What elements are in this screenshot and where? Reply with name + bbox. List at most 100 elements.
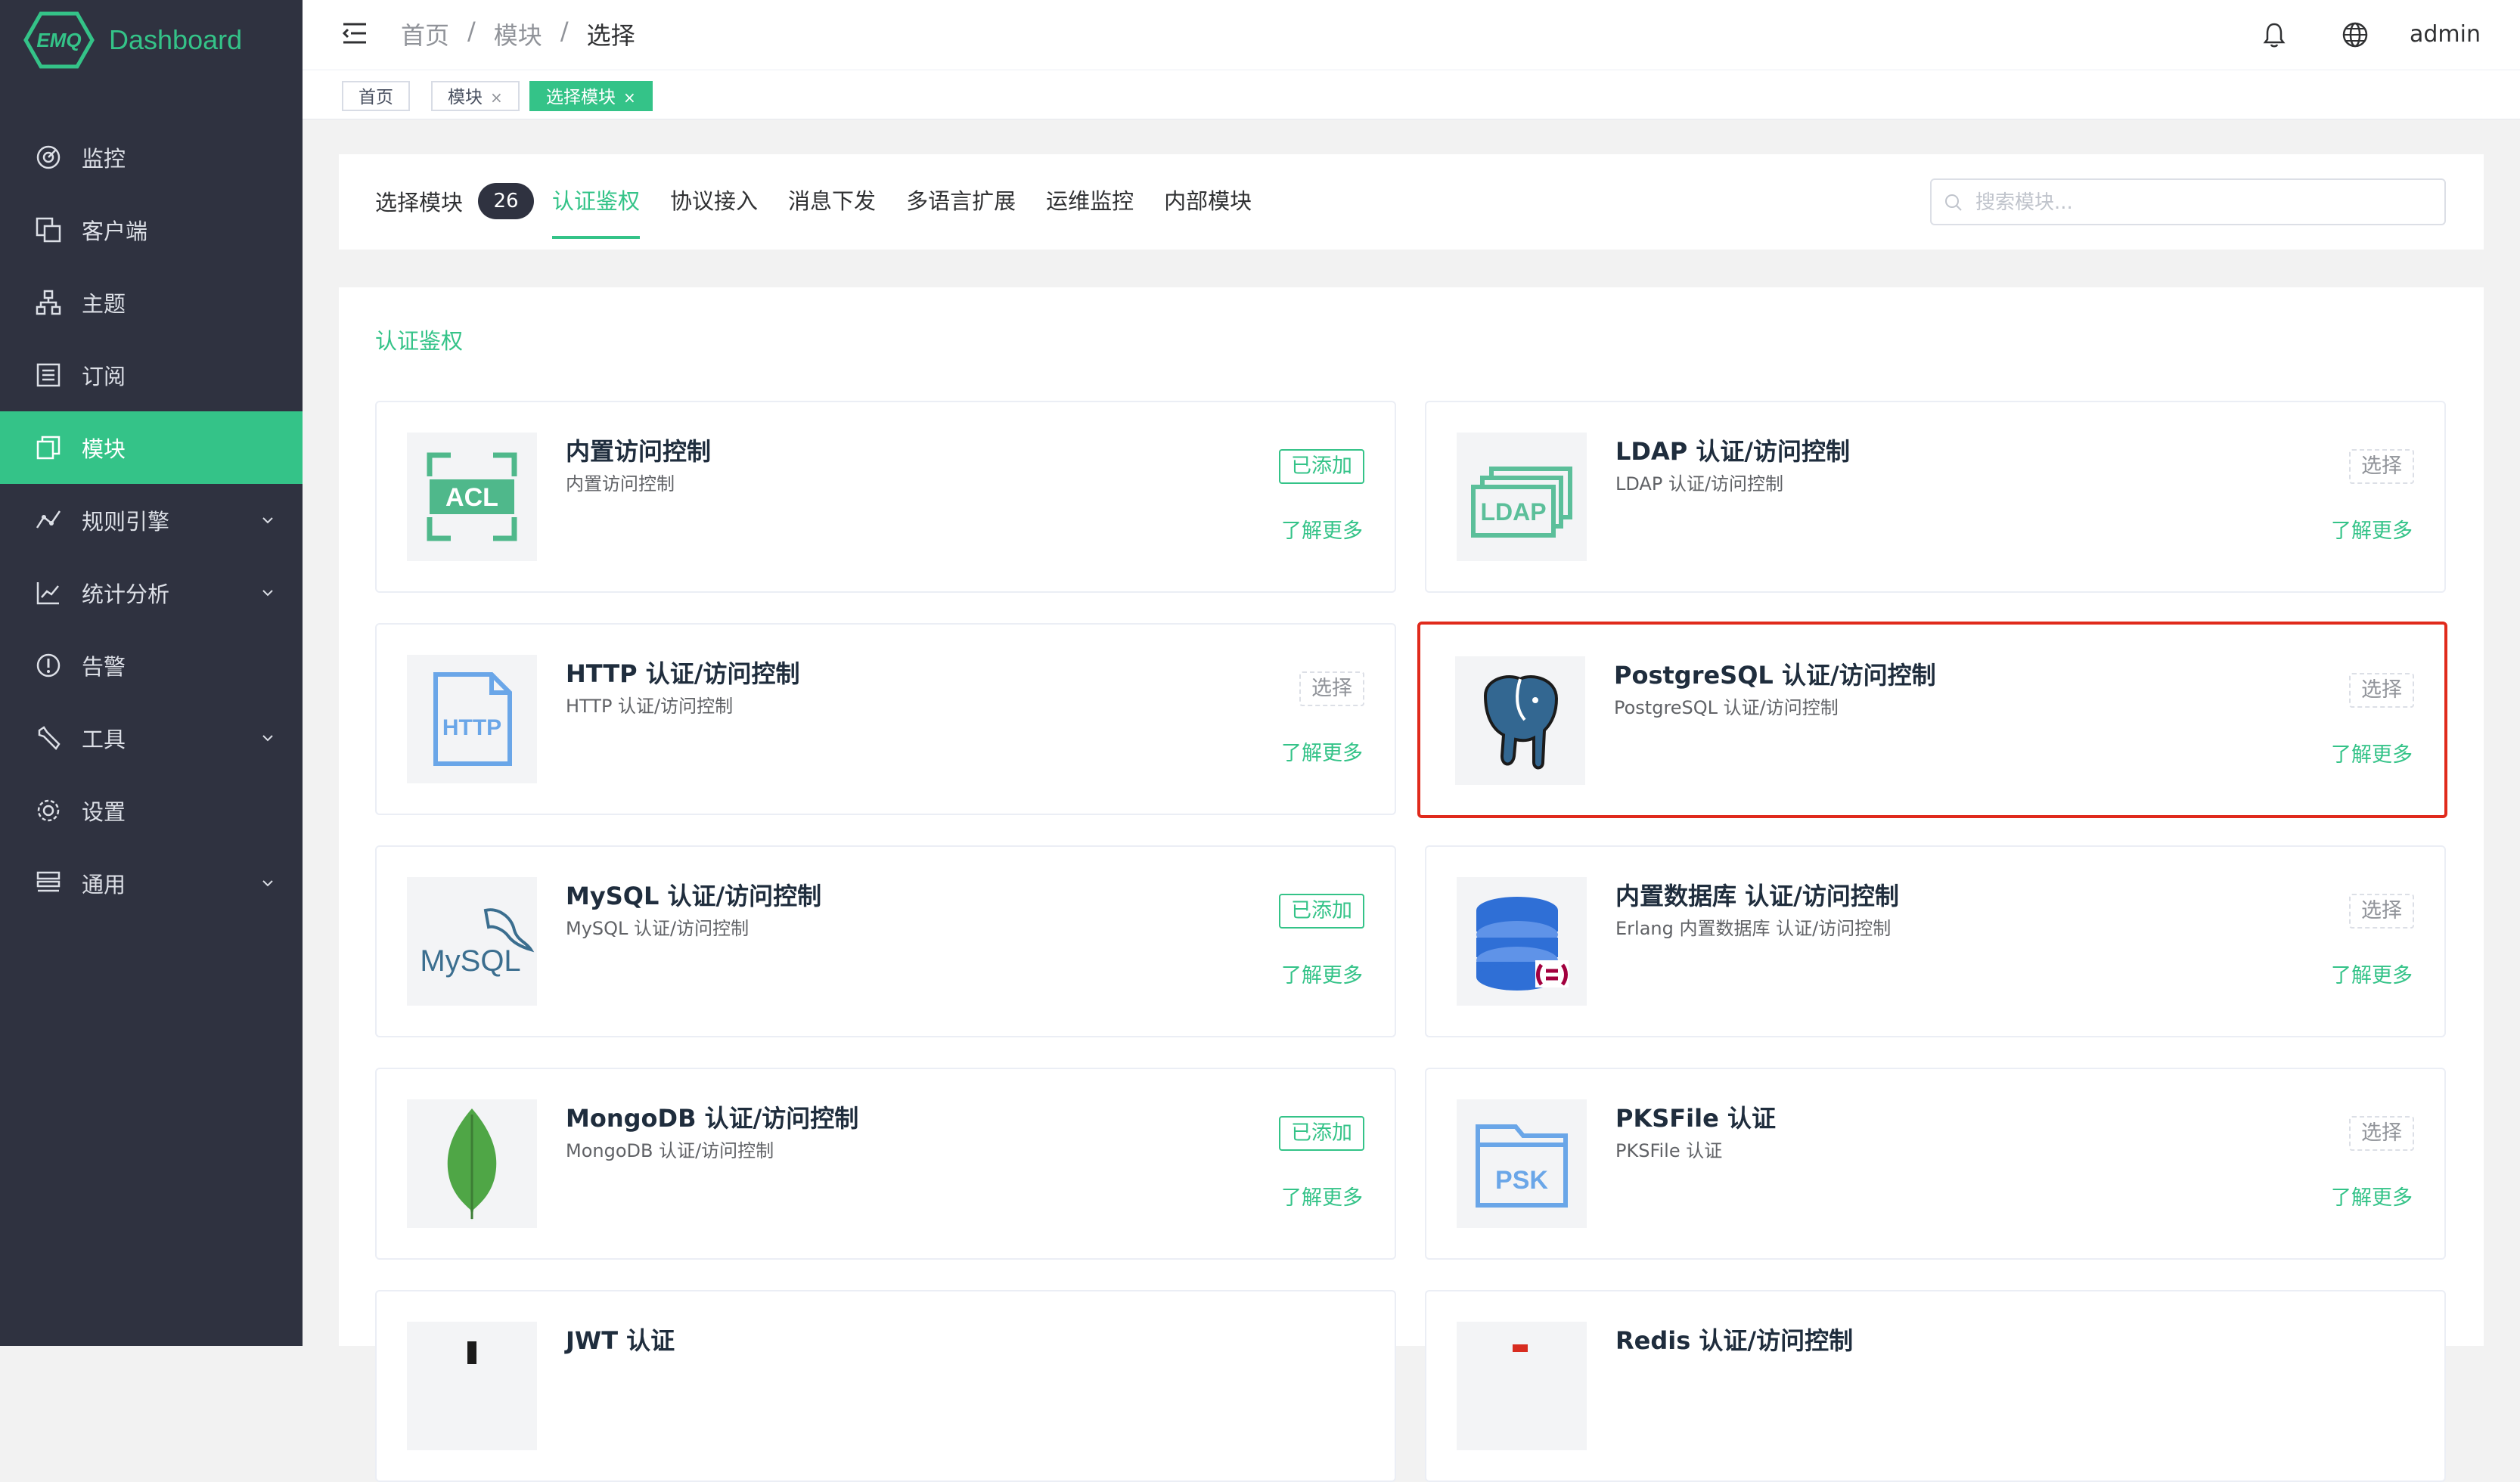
module-card-http[interactable]: HTTP HTTP 认证/访问控制 HTTP 认证/访问控制 选择 了解更多 bbox=[375, 623, 1396, 815]
tag-label: 模块 bbox=[448, 88, 483, 107]
card-description: PostgreSQL 认证/访问控制 bbox=[1614, 697, 1839, 718]
module-search[interactable] bbox=[1930, 178, 2446, 225]
sidebar-menu: 监控 客户端 主题 订阅 模块 规则引擎 统计分析 告警 工具 设置 通用 bbox=[0, 121, 303, 919]
tag-home[interactable]: 首页 bbox=[342, 81, 410, 111]
database-icon bbox=[1457, 877, 1587, 1006]
select-button[interactable]: 选择 bbox=[2349, 449, 2414, 484]
chevron-down-icon bbox=[262, 590, 273, 597]
tag-label: 选择模块 bbox=[546, 88, 616, 107]
module-card-pksfile[interactable]: PSK PKSFile 认证 PKSFile 认证 选择 了解更多 bbox=[1425, 1068, 2446, 1260]
chevron-down-icon bbox=[262, 735, 273, 742]
card-description: MySQL 认证/访问控制 bbox=[566, 918, 749, 939]
module-count-badge: 26 bbox=[478, 183, 535, 219]
sidebar-item-subscriptions[interactable]: 订阅 bbox=[0, 339, 303, 411]
card-title: JWT 认证 bbox=[566, 1326, 675, 1355]
card-description: MongoDB 认证/访问控制 bbox=[566, 1140, 774, 1161]
added-button[interactable]: 已添加 bbox=[1279, 894, 1364, 929]
tab-protocol[interactable]: 协议接入 bbox=[670, 183, 758, 219]
language-globe-icon[interactable] bbox=[2342, 21, 2369, 48]
module-card-ldap[interactable]: LDAP LDAP 认证/访问控制 LDAP 认证/访问控制 选择 了解更多 bbox=[1425, 401, 2446, 593]
card-title: 内置数据库 认证/访问控制 bbox=[1615, 882, 1899, 910]
topics-icon bbox=[36, 290, 61, 315]
brand[interactable]: EMQ Dashboard bbox=[23, 11, 242, 70]
breadcrumb-home[interactable]: 首页 bbox=[401, 17, 449, 51]
sidebar-item-rule-engine[interactable]: 规则引擎 bbox=[0, 484, 303, 557]
gear-icon bbox=[37, 799, 60, 822]
sidebar-item-modules[interactable]: 模块 bbox=[0, 411, 303, 484]
tag-label: 首页 bbox=[358, 88, 393, 107]
sidebar-item-general[interactable]: 通用 bbox=[0, 847, 303, 919]
learn-more-link[interactable]: 了解更多 bbox=[2331, 738, 2413, 767]
subscriptions-icon bbox=[36, 363, 61, 387]
user-menu[interactable]: admin bbox=[2410, 21, 2481, 48]
module-card-acl[interactable]: ACL 内置访问控制 内置访问控制 已添加 了解更多 bbox=[375, 401, 1396, 593]
search-input[interactable] bbox=[1974, 186, 2431, 219]
learn-more-link[interactable]: 了解更多 bbox=[1281, 514, 1363, 544]
select-button[interactable]: 选择 bbox=[2349, 894, 2414, 929]
sidebar-item-topics[interactable]: 主题 bbox=[0, 266, 303, 339]
sidebar-item-analytics[interactable]: 统计分析 bbox=[0, 557, 303, 629]
bell-icon[interactable] bbox=[2261, 21, 2287, 48]
card-title: Redis 认证/访问控制 bbox=[1615, 1326, 1854, 1355]
sidebar-item-clients[interactable]: 客户端 bbox=[0, 194, 303, 266]
sidebar-item-label: 工具 bbox=[82, 727, 126, 752]
module-card-jwt[interactable]: JWT 认证 bbox=[375, 1290, 1396, 1482]
learn-more-link[interactable]: 了解更多 bbox=[2331, 1181, 2413, 1211]
psk-folder-icon: PSK bbox=[1457, 1099, 1587, 1228]
select-button[interactable]: 选择 bbox=[1299, 671, 1364, 706]
select-button[interactable]: 选择 bbox=[2349, 673, 2414, 708]
general-icon bbox=[36, 871, 61, 892]
sidebar-item-alarm[interactable]: 告警 bbox=[0, 629, 303, 702]
mongodb-leaf-icon bbox=[407, 1099, 537, 1228]
learn-more-link[interactable]: 了解更多 bbox=[2331, 514, 2413, 544]
card-title: LDAP 认证/访问控制 bbox=[1615, 437, 1851, 466]
breadcrumb-modules[interactable]: 模块 bbox=[494, 17, 542, 51]
mysql-dolphin-icon: MySQL bbox=[407, 877, 537, 1006]
tab-auth[interactable]: 认证鉴权 bbox=[552, 183, 641, 239]
card-description: Erlang 内置数据库 认证/访问控制 bbox=[1615, 918, 1892, 939]
sidebar-item-label: 告警 bbox=[82, 654, 126, 680]
breadcrumb-separator: / bbox=[467, 17, 476, 45]
sidebar-item-monitor[interactable]: 监控 bbox=[0, 121, 303, 194]
card-description: LDAP 认证/访问控制 bbox=[1615, 473, 1784, 495]
breadcrumb-separator: / bbox=[560, 17, 569, 45]
module-card-mongodb[interactable]: MongoDB 认证/访问控制 MongoDB 认证/访问控制 已添加 了解更多 bbox=[375, 1068, 1396, 1260]
added-button[interactable]: 已添加 bbox=[1279, 1116, 1364, 1151]
chevron-down-icon bbox=[262, 880, 273, 887]
tab-multi-language[interactable]: 多语言扩展 bbox=[906, 183, 1016, 219]
learn-more-link[interactable]: 了解更多 bbox=[2331, 959, 2413, 988]
tab-ops-monitor[interactable]: 运维监控 bbox=[1046, 183, 1134, 219]
select-button[interactable]: 选择 bbox=[2349, 1116, 2414, 1151]
top-header: 首页 / 模块 / 选择 admin bbox=[303, 0, 2520, 70]
tag-modules[interactable]: 模块 × bbox=[431, 81, 520, 111]
learn-more-link[interactable]: 了解更多 bbox=[1281, 959, 1363, 988]
card-title: PostgreSQL 认证/访问控制 bbox=[1614, 661, 1936, 690]
module-card-redis[interactable]: Redis 认证/访问控制 bbox=[1425, 1290, 2446, 1482]
monitor-icon bbox=[36, 145, 61, 169]
tools-icon bbox=[38, 726, 61, 750]
tab-internal[interactable]: 内部模块 bbox=[1164, 183, 1252, 219]
learn-more-link[interactable]: 了解更多 bbox=[1281, 1181, 1363, 1211]
tab-message-delivery[interactable]: 消息下发 bbox=[788, 183, 876, 219]
card-title: MySQL 认证/访问控制 bbox=[566, 882, 822, 910]
module-card-builtin-database[interactable]: 内置数据库 认证/访问控制 Erlang 内置数据库 认证/访问控制 选择 了解… bbox=[1425, 845, 2446, 1037]
tags-view: 首页 模块 × 选择模块 × bbox=[303, 70, 2520, 119]
menu-fold-icon[interactable] bbox=[342, 21, 368, 45]
tag-select-module[interactable]: 选择模块 × bbox=[529, 81, 653, 111]
sidebar-item-tools[interactable]: 工具 bbox=[0, 702, 303, 774]
rule-engine-icon bbox=[36, 510, 61, 529]
analytics-icon bbox=[36, 582, 59, 605]
clients-icon bbox=[36, 217, 61, 243]
module-card-mysql[interactable]: MySQL MySQL 认证/访问控制 MySQL 认证/访问控制 已添加 了解… bbox=[375, 845, 1396, 1037]
sidebar-item-settings[interactable]: 设置 bbox=[0, 774, 303, 847]
ldap-icon: LDAP bbox=[1457, 433, 1587, 561]
added-button[interactable]: 已添加 bbox=[1279, 449, 1364, 484]
http-file-icon: HTTP bbox=[407, 655, 537, 783]
acl-icon: ACL bbox=[407, 433, 537, 561]
modules-icon bbox=[36, 436, 61, 460]
module-card-postgresql[interactable]: PostgreSQL 认证/访问控制 PostgreSQL 认证/访问控制 选择… bbox=[1417, 622, 2447, 818]
breadcrumb: 首页 / 模块 / 选择 bbox=[401, 17, 635, 51]
close-icon[interactable]: × bbox=[490, 88, 503, 107]
learn-more-link[interactable]: 了解更多 bbox=[1281, 736, 1363, 766]
close-icon[interactable]: × bbox=[623, 88, 636, 107]
